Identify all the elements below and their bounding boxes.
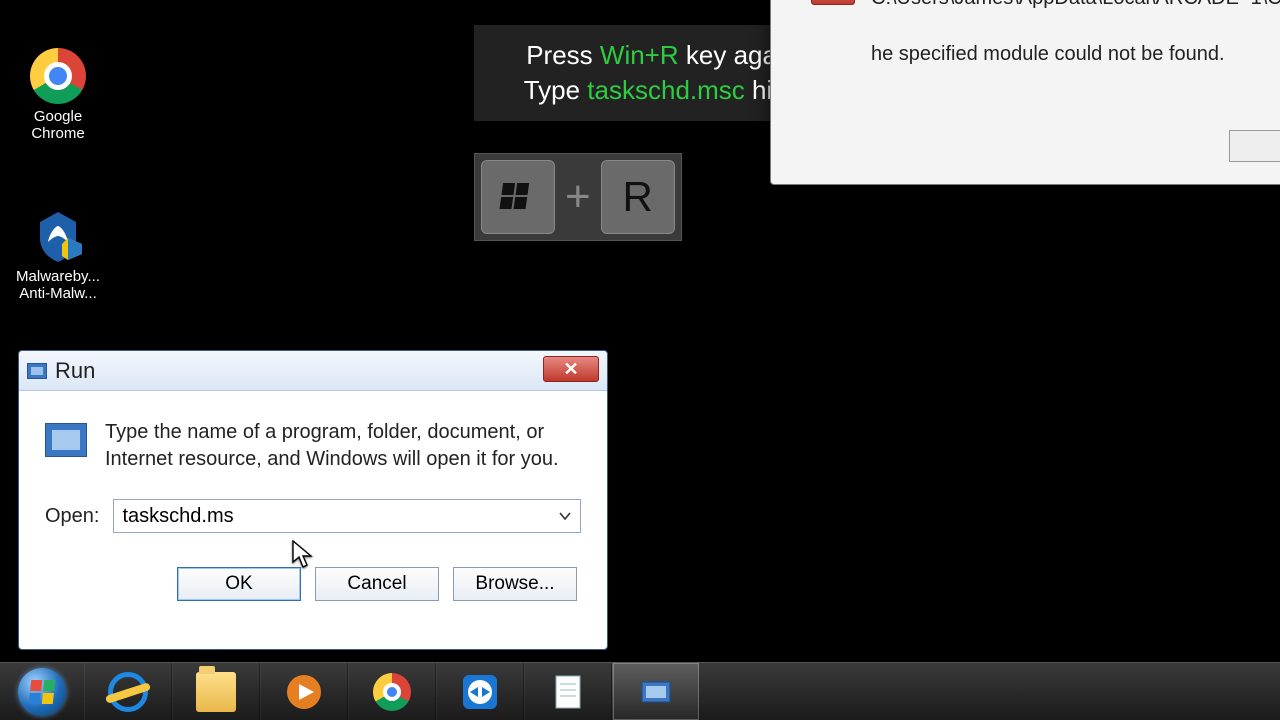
- desktop-icon-label: Google Chrome: [10, 108, 106, 142]
- run-close-button[interactable]: ✕: [543, 356, 599, 382]
- tooltip-text: Type: [524, 75, 588, 105]
- desktop-icon-label: Malwareby...: [10, 268, 106, 285]
- open-input[interactable]: [113, 499, 581, 533]
- taskbar-item-media[interactable]: [260, 663, 348, 720]
- tooltip-key: Win+R: [600, 40, 679, 70]
- windows-orb-icon: [18, 668, 66, 716]
- desktop-icon-chrome[interactable]: Google Chrome: [10, 48, 106, 142]
- open-dropdown-button[interactable]: [553, 503, 577, 529]
- run-titlebar[interactable]: Run ✕: [19, 351, 607, 391]
- key-combo-graphic: + R: [474, 153, 682, 241]
- run-large-icon: [45, 423, 87, 457]
- taskbar-item-ie[interactable]: [84, 663, 172, 720]
- tooltip-cmd: taskschd.msc: [587, 75, 745, 105]
- malwarebytes-icon: [30, 208, 86, 264]
- media-player-icon: [284, 672, 324, 712]
- folder-icon: [196, 672, 236, 712]
- desktop-icon-malwarebytes[interactable]: Malwareby... Anti-Malw...: [10, 208, 106, 302]
- chevron-down-icon: [559, 512, 571, 520]
- cancel-button[interactable]: Cancel: [315, 567, 439, 601]
- taskbar: [0, 662, 1280, 720]
- error-path-text: C:\Users\James\AppData\Local\ARCADE~1\CA…: [871, 0, 1280, 10]
- run-icon: [636, 672, 676, 712]
- open-label: Open:: [45, 505, 99, 528]
- taskbar-item-chrome[interactable]: [348, 663, 436, 720]
- run-description: Type the name of a program, folder, docu…: [105, 419, 581, 473]
- run-dialog: Run ✕ Type the name of a program, folder…: [18, 350, 608, 650]
- plus-icon: +: [565, 172, 591, 222]
- taskbar-item-notepad[interactable]: [524, 663, 612, 720]
- error-ok-button[interactable]: [1229, 130, 1280, 162]
- tooltip-text: Press: [526, 40, 600, 70]
- r-key: R: [601, 160, 675, 234]
- taskbar-item-run[interactable]: [612, 663, 700, 720]
- taskbar-item-explorer[interactable]: [172, 663, 260, 720]
- chrome-icon: [373, 673, 411, 711]
- chrome-icon: [30, 48, 86, 104]
- browse-button[interactable]: Browse...: [453, 567, 577, 601]
- error-message-text: he specified module could not be found.: [871, 43, 1225, 66]
- run-icon: [27, 363, 47, 379]
- error-dialog: ✕ C:\Users\James\AppData\Local\ARCADE~1\…: [770, 0, 1280, 185]
- desktop-icon-label: Anti-Malw...: [10, 285, 106, 302]
- error-close-button[interactable]: ✕: [811, 0, 855, 5]
- internet-explorer-icon: [108, 672, 148, 712]
- taskbar-item-teamviewer[interactable]: [436, 663, 524, 720]
- notepad-icon: [548, 672, 588, 712]
- run-title: Run: [55, 358, 95, 384]
- windows-key-icon: [481, 160, 555, 234]
- start-button[interactable]: [0, 663, 84, 720]
- ok-button[interactable]: OK: [177, 567, 301, 601]
- teamviewer-icon: [460, 672, 500, 712]
